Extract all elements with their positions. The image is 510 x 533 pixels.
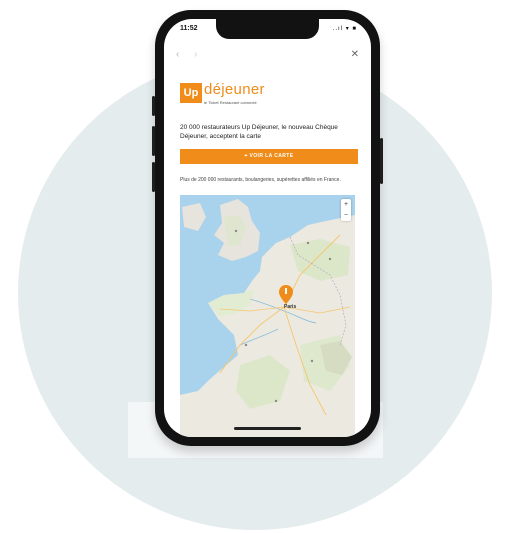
- phone-notch: [216, 19, 319, 39]
- phone-mute-switch: [152, 96, 155, 116]
- logo-mark: Up: [180, 83, 202, 103]
- close-icon[interactable]: ✕: [351, 49, 359, 60]
- map-pin-icon[interactable]: [279, 285, 293, 304]
- status-icons: ..ıl ▾ ■: [332, 26, 357, 32]
- view-map-button[interactable]: ⌖ VOIR LA CARTE: [180, 149, 358, 164]
- chevron-left-icon[interactable]: ‹: [176, 49, 179, 60]
- city-label: Paris: [284, 304, 297, 310]
- home-indicator: [234, 427, 301, 430]
- phone-volume-down: [152, 162, 155, 192]
- logo-wordmark: déjeuner: [204, 81, 265, 98]
- browser-toolbar: ‹ › ✕: [164, 49, 371, 63]
- brand-logo: Up déjeuner le Ticket Restaurant connect…: [180, 79, 300, 113]
- map-tiles: [180, 195, 355, 437]
- map-zoom-control[interactable]: + −: [341, 199, 351, 221]
- affiliates-note: Plus de 200 000 restaurants, boulangerie…: [180, 177, 341, 183]
- phone-screen: 11:52 ..ıl ▾ ■ ‹ › ✕ Up déjeuner le Tick…: [164, 19, 371, 437]
- logo-tagline: le Ticket Restaurant connecté: [204, 100, 257, 105]
- restaurant-map[interactable]: Paris + −: [180, 195, 355, 437]
- status-time: 11:52: [180, 25, 198, 32]
- phone-power-button: [380, 138, 383, 184]
- chevron-right-icon[interactable]: ›: [194, 49, 197, 60]
- zoom-in-button[interactable]: +: [341, 199, 351, 210]
- intro-text: 20 000 restaurateurs Up Déjeuner, le nou…: [180, 124, 338, 140]
- phone-volume-up: [152, 126, 155, 156]
- zoom-out-button[interactable]: −: [341, 210, 351, 221]
